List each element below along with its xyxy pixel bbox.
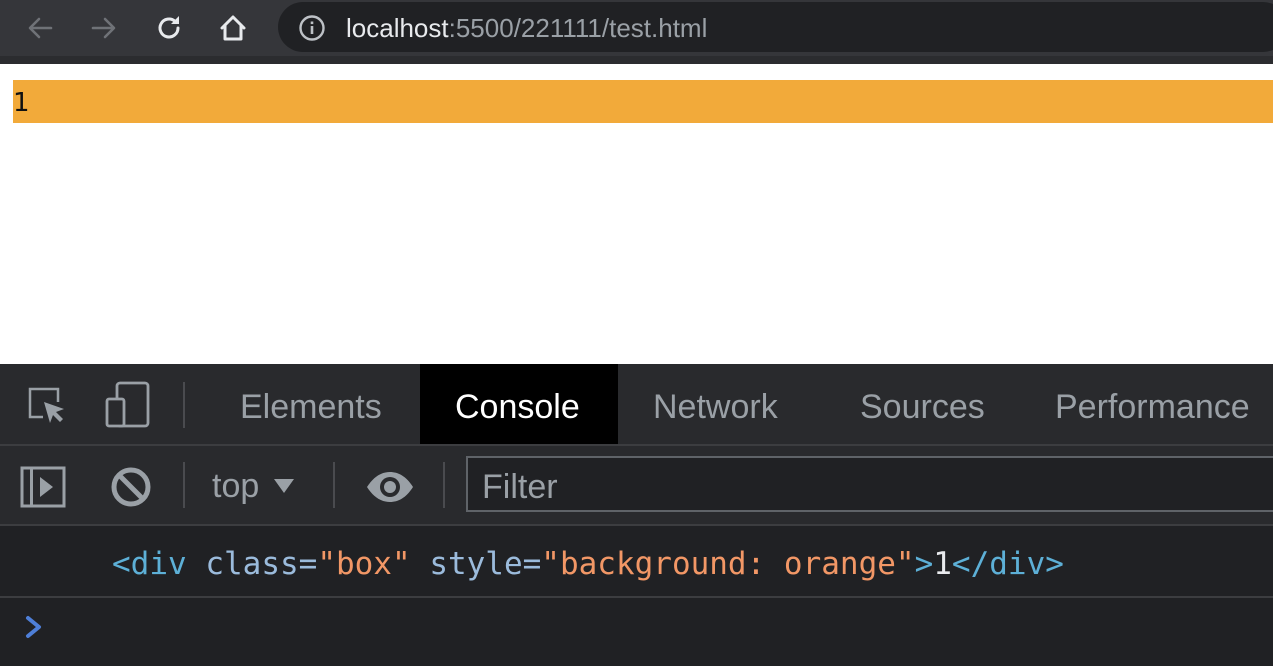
home-button[interactable]: [213, 8, 253, 48]
browser-toolbar: localhost:5500/221111/test.html: [0, 0, 1273, 56]
console-toolbar: top: [0, 446, 1273, 526]
back-button[interactable]: [20, 8, 60, 48]
devtools-panel: Elements Console Network Sources Perform…: [0, 364, 1273, 666]
console-prompt[interactable]: [0, 598, 1273, 666]
toolbar-separator: [183, 462, 185, 508]
info-icon[interactable]: [298, 14, 326, 47]
context-label: top: [212, 466, 260, 505]
toolbar-divider: [0, 56, 1273, 64]
devtools-tab-bar: Elements Console Network Sources Perform…: [0, 364, 1273, 446]
forward-arrow-icon: [91, 17, 116, 39]
forward-button[interactable]: [84, 8, 124, 48]
console-log-entry: <div class="box" style="background: oran…: [0, 526, 1273, 598]
device-toolbar-button[interactable]: [102, 380, 152, 430]
block-clear-icon: [111, 467, 151, 507]
close-tag: </div>: [951, 546, 1064, 582]
url-host: localhost: [346, 13, 449, 43]
element-text: 1: [933, 546, 952, 582]
tab-network[interactable]: Network: [636, 364, 795, 444]
dropdown-triangle-icon: [274, 479, 295, 493]
inspect-cursor-icon: [28, 387, 64, 423]
page-viewport: 1: [0, 64, 1273, 364]
tab-console[interactable]: Console: [420, 364, 618, 444]
show-sidebar-button[interactable]: [20, 464, 66, 510]
prompt-chevron-icon: [26, 616, 41, 638]
orange-box: 1: [13, 80, 1273, 123]
tab-separator: [183, 382, 185, 428]
inspect-element-button[interactable]: [24, 382, 70, 428]
logged-element[interactable]: <div class="box" style="background: oran…: [112, 544, 1064, 584]
home-icon: [220, 15, 246, 41]
context-selector[interactable]: top: [212, 462, 295, 510]
open-tag: <div: [112, 546, 187, 582]
attr-class-name: class=: [205, 546, 318, 582]
filter-input[interactable]: [468, 458, 1273, 510]
clear-console-button[interactable]: [108, 464, 154, 510]
attr-style-name: style=: [429, 546, 542, 582]
filter-box: [466, 456, 1273, 512]
live-expression-button[interactable]: [364, 464, 416, 510]
tab-elements[interactable]: Elements: [221, 364, 401, 444]
reload-icon: [158, 16, 180, 39]
sidebar-toggle-icon: [20, 466, 66, 508]
reload-button[interactable]: [149, 8, 189, 48]
eye-icon: [367, 472, 413, 502]
toolbar-separator: [333, 462, 335, 508]
attr-class-value: "box": [317, 546, 411, 582]
url-path: :5500/221111/test.html: [448, 13, 708, 43]
tab-sources[interactable]: Sources: [842, 364, 1003, 444]
back-arrow-icon: [28, 17, 53, 39]
address-bar[interactable]: localhost:5500/221111/test.html: [278, 2, 1273, 52]
device-toggle-icon: [105, 381, 150, 428]
url-text[interactable]: localhost:5500/221111/test.html: [346, 14, 707, 42]
tag-close-bracket: >: [914, 546, 934, 582]
toolbar-separator: [443, 462, 445, 508]
tab-performance[interactable]: Performance: [1036, 364, 1269, 444]
attr-style-value: "background: orange": [541, 546, 915, 582]
